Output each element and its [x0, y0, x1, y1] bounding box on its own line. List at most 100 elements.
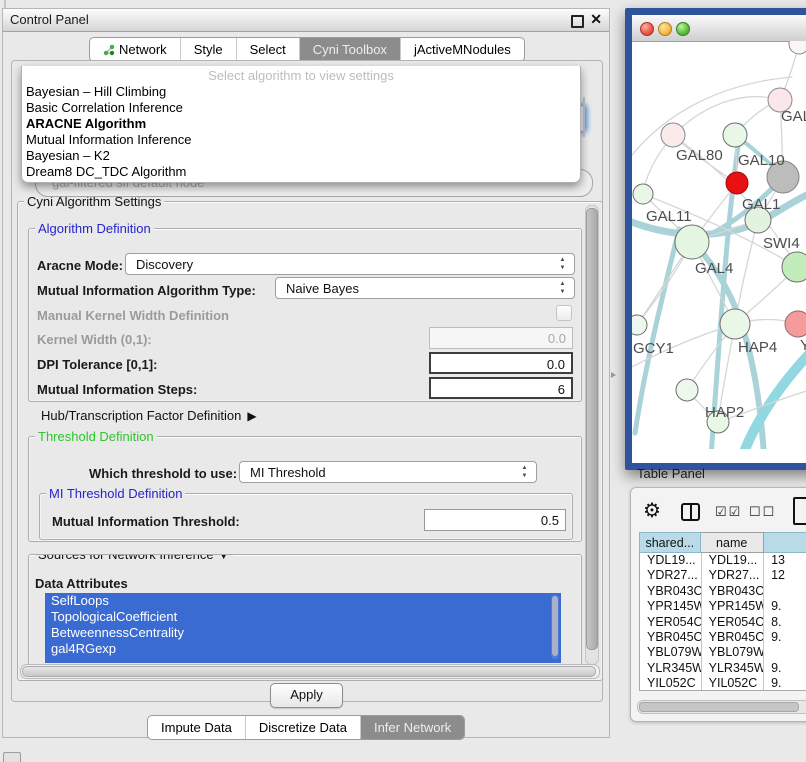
network-node-GAL11[interactable] — [633, 184, 653, 204]
network-node-GAL80[interactable] — [661, 123, 685, 147]
algorithm-options: Bayesian – Hill ClimbingBasic Correlatio… — [22, 84, 580, 180]
horizontal-scrollbar[interactable] — [20, 664, 600, 679]
float-window-icon[interactable] — [571, 15, 584, 28]
minimize-button[interactable] — [658, 22, 672, 36]
clipped-ui-fragment — [4, 0, 6, 8]
algorithm-dropdown-list: Select algorithm to view settings Bayesi… — [21, 66, 581, 183]
mi-steps-field[interactable]: 6 — [429, 377, 573, 399]
scrollbar-thumb[interactable] — [586, 208, 598, 650]
zoom-button[interactable] — [676, 22, 690, 36]
aracne-mode-select[interactable]: Discovery ▲▼ — [125, 253, 575, 275]
function-builder-icon[interactable] — [793, 497, 806, 525]
network-node-HAP2[interactable] — [676, 379, 698, 401]
tab-jactivemnodules[interactable]: jActiveMNodules — [400, 38, 524, 61]
network-node-green-right[interactable] — [782, 252, 806, 282]
control-panel-window: Control Panel ✕ NetworkStyleSelectCyni T… — [2, 8, 610, 738]
group-border-fragment — [583, 97, 585, 137]
column-header-shared[interactable]: shared... — [639, 532, 701, 553]
hub-definition-expander[interactable]: Hub/Transcription Factor Definition ▶ — [41, 408, 257, 423]
column-layout-icon[interactable] — [681, 503, 700, 521]
table-horizontal-scrollbar[interactable] — [637, 700, 806, 714]
tab-discretize-data[interactable]: Discretize Data — [245, 716, 360, 739]
close-icon[interactable]: ✕ — [590, 11, 602, 28]
attribute-item-selfloops[interactable]: SelfLoops — [45, 593, 561, 609]
hub-definition-label: Hub/Transcription Factor Definition — [41, 408, 241, 423]
collapse-down-icon[interactable]: ▼ — [217, 554, 230, 562]
manual-kernel-label: Manual Kernel Width Definition — [37, 307, 229, 325]
network-node-GAL10[interactable] — [723, 123, 747, 147]
tab-style[interactable]: Style — [180, 38, 236, 61]
deselect-all-icon[interactable]: ☐☐ — [749, 504, 776, 520]
table-panel-window: ⚙ ☑☑ ☐☐ shared...name YDL19...YDL19...13… — [630, 487, 806, 722]
cyni-bottom-tabbar: Impute DataDiscretize DataInfer Network — [147, 715, 465, 740]
select-all-icon[interactable]: ☑☑ — [715, 504, 742, 520]
table-row[interactable]: YIL052CYIL052C9. — [640, 676, 806, 691]
which-threshold-label: Which threshold to use: — [89, 465, 237, 483]
expand-right-icon[interactable]: ▶ — [247, 409, 256, 423]
table-cell: YBR043C — [701, 584, 763, 599]
table-row[interactable]: YBR043CYBR043C — [640, 584, 806, 599]
table-row[interactable]: YPR145WYPR145W9. — [640, 599, 806, 614]
close-button[interactable] — [640, 22, 654, 36]
algorithm-option-aracne-algorithm[interactable]: ARACNE Algorithm — [22, 116, 580, 132]
mi-type-select[interactable]: Naive Bayes ▲▼ — [275, 277, 575, 299]
splitter-handle[interactable] — [611, 372, 616, 378]
tab-cyni-toolbox[interactable]: Cyni Toolbox — [299, 38, 400, 61]
table-row[interactable]: YBL079WYBL079W — [640, 645, 806, 660]
algorithm-option-bayesian-k2[interactable]: Bayesian – K2 — [22, 148, 580, 164]
screen: Control Panel ✕ NetworkStyleSelectCyni T… — [0, 0, 806, 762]
table-row[interactable]: YDR27...YDR27...12 — [640, 568, 806, 583]
network-node-GAL4[interactable] — [675, 225, 709, 259]
mi-threshold-field[interactable]: 0.5 — [424, 509, 566, 531]
algorithm-option-basic-correlation-inference[interactable]: Basic Correlation Inference — [22, 100, 580, 116]
tab-impute-data[interactable]: Impute Data — [148, 716, 245, 739]
network-node-GCY1[interactable] — [632, 315, 647, 335]
algorithm-definition-group: Algorithm Definition Aracne Mode: Discov… — [28, 228, 582, 402]
table-cell: YBL079W — [640, 645, 701, 660]
tab-select[interactable]: Select — [236, 38, 299, 61]
settings-gear-icon[interactable]: ⚙ — [643, 498, 661, 523]
node-label-gal1: GAL1 — [742, 196, 780, 213]
attribute-item-betweennesscentrality[interactable]: BetweennessCentrality — [45, 625, 561, 641]
manual-kernel-checkbox[interactable] — [556, 305, 572, 321]
attribute-item-gal4rgexp[interactable]: gal4RGexp — [45, 641, 561, 657]
table-row[interactable]: YER054CYER054C8. — [640, 615, 806, 630]
table-row[interactable]: YDL19...YDL19...13 — [640, 553, 806, 568]
data-attributes-label: Data Attributes — [35, 575, 128, 593]
network-icon — [103, 44, 115, 56]
node-label-hap2: HAP2 — [705, 404, 744, 421]
tab-infer-network[interactable]: Infer Network — [360, 716, 464, 739]
network-node-Y[interactable] — [785, 311, 806, 337]
apply-button[interactable]: Apply — [270, 683, 343, 708]
attribute-item-topologicalcoefficient[interactable]: TopologicalCoefficient — [45, 609, 561, 625]
vertical-scrollbar[interactable] — [585, 205, 599, 665]
mi-type-label: Mutual Information Algorithm Type: — [37, 282, 256, 300]
algorithm-option-dream8-dc-tdc-algorithm[interactable]: Dream8 DC_TDC Algorithm — [22, 164, 580, 180]
table-cell: YDL19... — [701, 553, 763, 568]
tab-network[interactable]: Network — [90, 38, 180, 61]
spinner-arrows-icon: ▲▼ — [558, 256, 567, 272]
scrollbar-thumb[interactable] — [552, 596, 558, 656]
node-label-gcy1: GCY1 — [633, 340, 674, 357]
table-body: YDL19...YDL19...13YDR27...YDR27...12YBR0… — [639, 553, 806, 691]
algorithm-option-bayesian-hill-climbing[interactable]: Bayesian – Hill Climbing — [22, 84, 580, 100]
table-cell: YBR045C — [701, 630, 763, 645]
scrollbar-thumb[interactable] — [22, 666, 596, 677]
table-row[interactable]: YLR345WYLR345W9. — [640, 661, 806, 676]
scrollbar-thumb[interactable] — [639, 702, 799, 712]
column-header-clipped[interactable] — [764, 532, 806, 553]
dpi-tolerance-field[interactable]: 0.0 — [429, 352, 573, 374]
clipped-corner-button[interactable] — [3, 752, 21, 762]
network-node-HAP4[interactable] — [720, 309, 750, 339]
network-node-top[interactable] — [789, 41, 806, 54]
network-node-red[interactable] — [726, 172, 748, 194]
column-header-name[interactable]: name — [701, 532, 764, 553]
mi-threshold-group: MI Threshold Definition Mutual Informati… — [39, 493, 573, 540]
table-row[interactable]: YBR045CYBR045C9. — [640, 630, 806, 645]
which-threshold-select[interactable]: MI Threshold ▲▼ — [239, 461, 537, 483]
network-canvas[interactable]: GALGAL80GAL10GAL1GAL11SWI4GAL4GCY1HAP4YH… — [632, 41, 806, 449]
algorithm-option-mutual-information-inference[interactable]: Mutual Information Inference — [22, 132, 580, 148]
list-scrollbar[interactable] — [551, 595, 559, 659]
kernel-width-field[interactable]: 0.0 — [429, 327, 573, 349]
mi-type-value: Naive Bayes — [286, 281, 359, 296]
